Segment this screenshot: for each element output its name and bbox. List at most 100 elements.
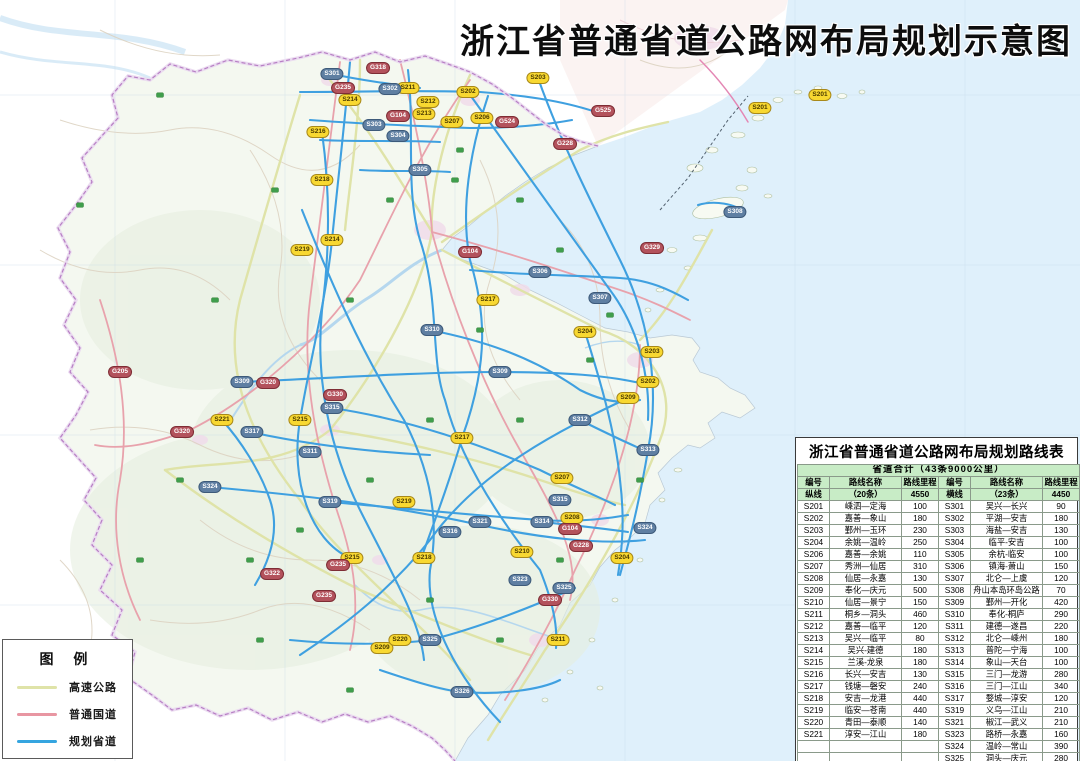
road-badge-S313: S313 xyxy=(636,444,659,456)
table-row: S210仙居—景宁150S309鄞州—开化420 xyxy=(798,597,1080,609)
table-cell: 180 xyxy=(1043,633,1080,645)
table-cell: S203 xyxy=(798,525,830,537)
expressway-marker-icon xyxy=(452,178,459,183)
table-cell: 兰溪-龙泉 xyxy=(830,657,902,669)
table-row: S207秀洲—仙居310S306镇海-萧山150 xyxy=(798,561,1080,573)
table-cell: 4450 xyxy=(1043,489,1080,501)
road-badge-S204: S204 xyxy=(573,326,596,338)
expressway-marker-icon xyxy=(347,298,354,303)
table-cell: 奉化-桐庐 xyxy=(971,609,1043,621)
table-cell: S304 xyxy=(939,537,971,549)
table-cell: 路线名称 xyxy=(830,477,902,489)
table-cell: 鄞州—开化 xyxy=(971,597,1043,609)
table-row: S201嵊泗—定海100S301吴兴—长兴90 xyxy=(798,501,1080,513)
table-cell: 婺城—淳安 xyxy=(971,693,1043,705)
table-cell: S323 xyxy=(939,729,971,741)
road-badge-G228: G228 xyxy=(553,138,577,150)
table-cell xyxy=(798,741,830,753)
expressway-marker-icon xyxy=(177,478,184,483)
table-cell xyxy=(830,741,902,753)
table-cell: 180 xyxy=(902,645,939,657)
table-cell: 余杭-临安 xyxy=(971,549,1043,561)
table-cell: 仙居—永嘉 xyxy=(830,573,902,585)
table-cell: S303 xyxy=(939,525,971,537)
road-badge-S317: S317 xyxy=(240,426,263,438)
table-cell: 三门—龙游 xyxy=(971,669,1043,681)
table-cell: S216 xyxy=(798,669,830,681)
expressway-marker-icon xyxy=(257,638,264,643)
table-cell: S325 xyxy=(939,753,971,761)
expressway-marker-icon xyxy=(137,558,144,563)
table-subtitle: 省道合计（43条9000公里） xyxy=(798,465,1080,477)
road-badge-S216: S216 xyxy=(306,126,329,138)
table-cell: S202 xyxy=(798,513,830,525)
table-cell: 桐乡—洞头 xyxy=(830,609,902,621)
road-badge-G228: G228 xyxy=(569,540,593,552)
road-badge-S211: S211 xyxy=(547,634,570,646)
expressway-marker-icon xyxy=(607,313,614,318)
road-badge-S202: S202 xyxy=(456,86,479,98)
expressway-marker-icon xyxy=(427,598,434,603)
road-badge-G329: G329 xyxy=(640,242,664,254)
road-badge-S206: S206 xyxy=(470,112,493,124)
table-cell: 纵线 xyxy=(798,489,830,501)
route-table-title: 浙江省普通省道公路网布局规划路线表 xyxy=(797,439,1076,464)
expressway-line-swatch-icon xyxy=(17,686,57,689)
expressway-marker-icon xyxy=(427,418,434,423)
road-badge-S210: S210 xyxy=(510,546,533,558)
table-row: S203鄞州—玉环230S303海盐—安吉130 xyxy=(798,525,1080,537)
table-cell: 70 xyxy=(1043,585,1080,597)
table-cell: S217 xyxy=(798,681,830,693)
road-badge-S303: S303 xyxy=(362,119,385,131)
table-cell: 250 xyxy=(902,537,939,549)
table-cell: 临平-安吉 xyxy=(971,537,1043,549)
table-cell: 横线 xyxy=(939,489,971,501)
road-badge-S311: S311 xyxy=(299,446,322,458)
legend-panel: 图 例 高速公路普通国道规划省道 浙江省交通运输厅 2021.12 xyxy=(2,639,133,759)
road-badge-G235: G235 xyxy=(331,82,355,94)
table-cell: S307 xyxy=(939,573,971,585)
page-title: 浙江省普通省道公路网布局规划示意图 xyxy=(460,14,1072,63)
road-badge-S203: S203 xyxy=(640,346,663,358)
table-cell: S215 xyxy=(798,657,830,669)
road-badge-G235: G235 xyxy=(312,590,336,602)
road-badge-G104: G104 xyxy=(558,523,582,535)
expressway-marker-icon xyxy=(587,358,594,363)
road-badge-S219: S219 xyxy=(392,496,415,508)
expressway-marker-icon xyxy=(157,93,164,98)
table-cell: 180 xyxy=(902,657,939,669)
road-badge-S301: S301 xyxy=(320,68,343,80)
table-cell: 280 xyxy=(1043,669,1080,681)
table-cell: 420 xyxy=(1043,597,1080,609)
table-cell: 150 xyxy=(1043,561,1080,573)
table-row: S202嘉善—象山180S302平湖—安吉180 xyxy=(798,513,1080,525)
table-cell: S315 xyxy=(939,669,971,681)
table-cell: 4550 xyxy=(902,489,939,501)
table-cell: S206 xyxy=(798,549,830,561)
road-badge-G318: G318 xyxy=(366,62,390,74)
road-badge-S324: S324 xyxy=(633,522,656,534)
table-cell: S302 xyxy=(939,513,971,525)
table-cell: 嘉善—象山 xyxy=(830,513,902,525)
expressway-marker-icon xyxy=(557,558,564,563)
table-cell: 秀洲—仙居 xyxy=(830,561,902,573)
table-cell: S209 xyxy=(798,585,830,597)
table-cell: 路线里程 xyxy=(902,477,939,489)
table-row: S204余姚—温岭250S304临平-安吉100 xyxy=(798,537,1080,549)
road-badge-S323: S323 xyxy=(508,574,531,586)
road-badge-S325: S325 xyxy=(418,634,441,646)
table-cell: 100 xyxy=(1043,549,1080,561)
expressway-marker-icon xyxy=(517,418,524,423)
table-cell: S316 xyxy=(939,681,971,693)
road-badge-S319: S319 xyxy=(318,496,341,508)
table-cell: 平湖—安吉 xyxy=(971,513,1043,525)
road-badge-S325: S325 xyxy=(552,582,575,594)
road-badge-S203: S203 xyxy=(526,72,549,84)
expressway-marker-icon xyxy=(557,248,564,253)
table-cell: 义乌—江山 xyxy=(971,705,1043,717)
road-badge-S215: S215 xyxy=(288,414,311,426)
table-cell: S219 xyxy=(798,705,830,717)
table-cell: 210 xyxy=(1043,717,1080,729)
table-cell: 路桥—永嘉 xyxy=(971,729,1043,741)
table-cell: S311 xyxy=(939,621,971,633)
